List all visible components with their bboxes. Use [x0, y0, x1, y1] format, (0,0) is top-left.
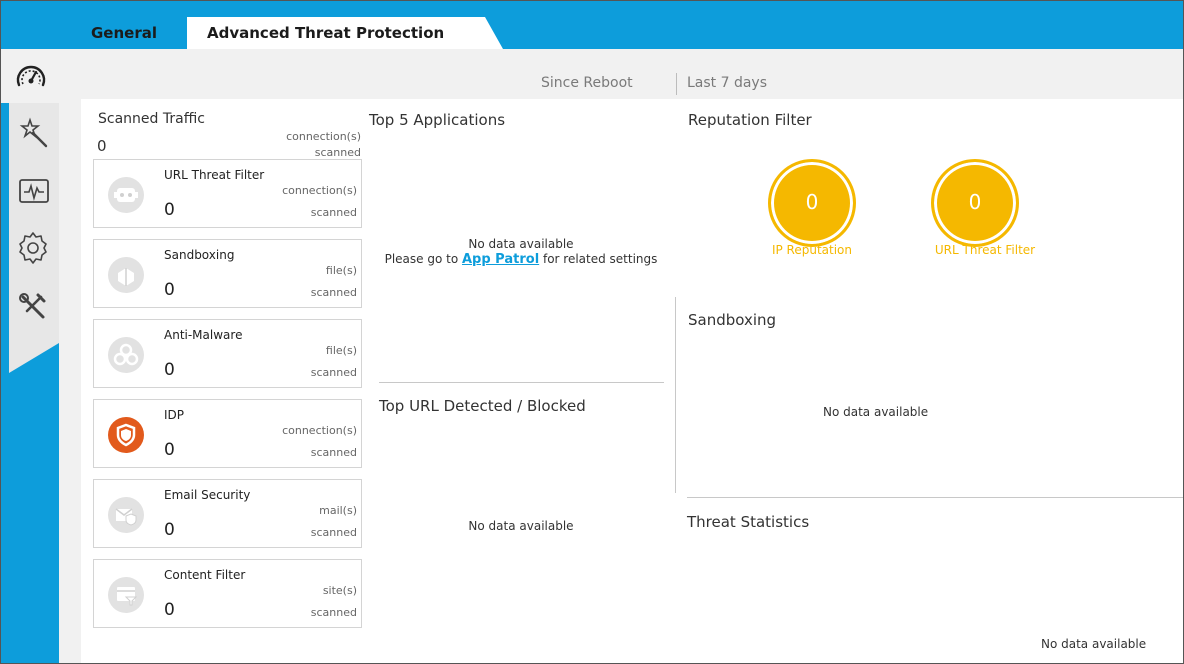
web-filter-icon [108, 577, 144, 613]
card-unit: file(s) scanned [237, 340, 357, 384]
card-count: 0 [164, 440, 175, 460]
ip-reputation-label: IP Reputation [771, 243, 853, 257]
card-unit: mail(s) scanned [237, 500, 357, 544]
since-reboot-label: Since Reboot [541, 75, 633, 91]
card-name: Content Filter [164, 568, 246, 582]
right-horizontal-divider [687, 497, 1183, 498]
ip-reputation-value: 0 [805, 190, 819, 214]
scanned-traffic-title: Scanned Traffic [98, 111, 205, 127]
robot-face-icon [108, 177, 144, 213]
monitor-pulse-icon[interactable] [16, 173, 52, 209]
card-unit: connection(s) scanned [237, 180, 357, 224]
card-unit-label: file(s) [325, 344, 357, 357]
email-shield-icon [108, 497, 144, 533]
sandbox-box-icon [108, 257, 144, 293]
card-unit-label: file(s) [325, 264, 357, 277]
wizard-wand-icon[interactable] [16, 115, 52, 151]
card-unit-suffix: scanned [310, 366, 357, 379]
card-unit-label: mail(s) [319, 504, 357, 517]
scanned-traffic-unit-line1: connection(s) [286, 130, 361, 143]
card-unit: site(s) scanned [237, 580, 357, 624]
dashboard-window: General Advanced Threat Protection Since… [0, 0, 1184, 664]
card-name: IDP [164, 408, 185, 422]
card-idp[interactable]: IDP 0 connection(s) scanned [93, 399, 362, 468]
card-name: Anti-Malware [164, 328, 243, 342]
biohazard-icon [108, 337, 144, 373]
header-divider [676, 73, 677, 95]
card-unit-label: connection(s) [282, 184, 357, 197]
middle-divider [379, 382, 664, 383]
top-applications-no-data: No data available [468, 237, 574, 251]
tab-general[interactable]: General [91, 17, 171, 49]
card-unit-suffix: scanned [310, 526, 357, 539]
tab-atp-label: Advanced Threat Protection [207, 24, 445, 42]
card-unit-suffix: scanned [310, 286, 357, 299]
sandboxing-title: Sandboxing [688, 311, 777, 329]
card-count: 0 [164, 360, 175, 380]
card-count: 0 [164, 200, 175, 220]
url-threat-filter-label: URL Threat Filter [934, 243, 1036, 257]
top-url-no-data: No data available [468, 519, 574, 533]
card-anti-malware[interactable]: Anti-Malware 0 file(s) scanned [93, 319, 362, 388]
maintenance-tools-icon[interactable] [15, 289, 51, 325]
card-count: 0 [164, 600, 175, 620]
card-unit-label: site(s) [322, 584, 357, 597]
right-vertical-divider [675, 297, 676, 493]
card-content-filter[interactable]: Content Filter 0 site(s) scanned [93, 559, 362, 628]
top-applications-hint: Please go to App Patrol for related sett… [371, 252, 671, 267]
card-sandboxing[interactable]: Sandboxing 0 file(s) scanned [93, 239, 362, 308]
card-unit-label: connection(s) [282, 424, 357, 437]
scanned-traffic-count: 0 [97, 137, 107, 155]
url-threat-filter-value: 0 [968, 190, 982, 214]
top-applications-empty: No data available Please go to App Patro… [371, 237, 671, 267]
gear-icon[interactable] [15, 229, 51, 265]
threat-statistics-title: Threat Statistics [687, 513, 810, 531]
card-unit: file(s) scanned [237, 260, 357, 304]
tab-general-label: General [91, 24, 157, 42]
shield-icon [108, 417, 144, 453]
ip-reputation-gauge[interactable]: 0 [768, 159, 856, 247]
top-url-title: Top URL Detected / Blocked [379, 397, 586, 415]
threat-statistics-no-data: No data available [1041, 637, 1147, 651]
card-unit: connection(s) scanned [237, 420, 357, 464]
card-unit-suffix: scanned [310, 206, 357, 219]
dashboard-gauge-icon[interactable] [13, 59, 49, 95]
reputation-filter-title: Reputation Filter [688, 111, 812, 129]
card-count: 0 [164, 520, 175, 540]
card-unit-suffix: scanned [310, 606, 357, 619]
url-threat-filter-gauge[interactable]: 0 [931, 159, 1019, 247]
card-email-security[interactable]: Email Security 0 mail(s) scanned [93, 479, 362, 548]
hint-suffix: for related settings [539, 252, 658, 266]
top-tab-bar [1, 1, 1183, 49]
card-count: 0 [164, 280, 175, 300]
card-url-threat-filter[interactable]: URL Threat Filter 0 connection(s) scanned [93, 159, 362, 228]
tab-advanced-threat-protection[interactable]: Advanced Threat Protection [187, 17, 503, 49]
card-name: Sandboxing [164, 248, 235, 262]
sandboxing-no-data: No data available [823, 405, 929, 419]
scanned-traffic-unit: connection(s) scanned [241, 129, 361, 161]
last-7-days-label: Last 7 days [687, 75, 768, 91]
app-patrol-link[interactable]: App Patrol [462, 252, 539, 267]
top-applications-title: Top 5 Applications [369, 111, 506, 129]
hint-prefix: Please go to [384, 252, 462, 266]
card-unit-suffix: scanned [310, 446, 357, 459]
